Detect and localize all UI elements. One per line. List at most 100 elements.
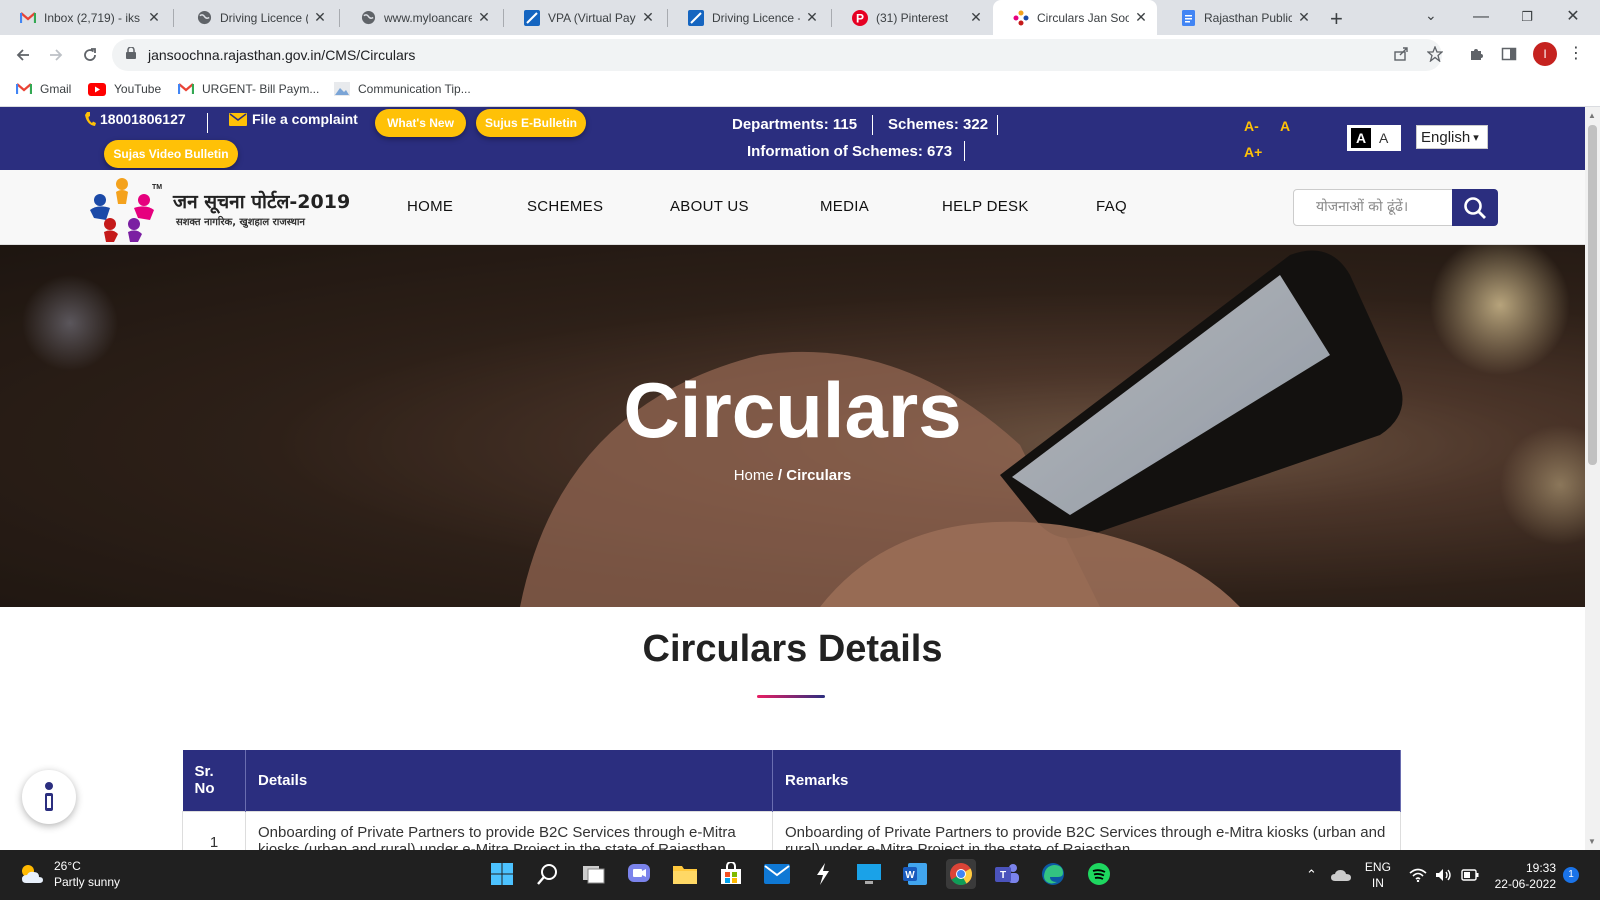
browser-tab[interactable]: Inbox (2,719) - iks ✕ bbox=[0, 0, 170, 35]
reload-icon[interactable] bbox=[78, 43, 102, 67]
bookmark-star-icon[interactable] bbox=[1424, 43, 1446, 65]
address-bar[interactable]: jansoochna.rajasthan.gov.in/CMS/Circular… bbox=[112, 39, 1442, 71]
e-bulletin-button[interactable]: Sujus E-Bulletin bbox=[476, 109, 586, 137]
extensions-icon[interactable] bbox=[1465, 43, 1487, 65]
breadcrumb-home[interactable]: Home bbox=[734, 467, 774, 484]
bookmark-label: Gmail bbox=[40, 82, 72, 96]
z-icon bbox=[524, 9, 540, 26]
close-tab-icon[interactable]: ✕ bbox=[146, 9, 162, 26]
scroll-thumb[interactable] bbox=[1588, 125, 1597, 465]
close-tab-icon[interactable]: ✕ bbox=[804, 9, 820, 26]
accessibility-help-button[interactable] bbox=[22, 770, 76, 824]
browser-tab[interactable]: P (31) Pinterest ✕ bbox=[832, 0, 992, 35]
browser-tab-active[interactable]: Circulars Jan Soo ✕ bbox=[993, 0, 1157, 35]
portal-title: जन सूचना पोर्टल-2019 bbox=[173, 191, 351, 213]
file-explorer-icon[interactable] bbox=[670, 859, 700, 889]
nav-media[interactable]: MEDIA bbox=[820, 198, 869, 215]
nav-faq[interactable]: FAQ bbox=[1096, 198, 1127, 215]
clock[interactable]: 19:33 22-06-2022 bbox=[1486, 860, 1556, 892]
scroll-down-icon[interactable]: ▼ bbox=[1588, 837, 1596, 846]
font-normal-button[interactable]: A bbox=[1280, 118, 1290, 134]
word-icon[interactable]: W bbox=[900, 859, 930, 889]
onedrive-icon[interactable] bbox=[1330, 868, 1351, 882]
tab-title: Driving Licence (D bbox=[220, 10, 308, 25]
chevron-up-icon[interactable]: ⌃ bbox=[1306, 867, 1317, 883]
phone-icon bbox=[84, 111, 96, 127]
font-increase-button[interactable]: A+ bbox=[1244, 144, 1262, 160]
wifi-icon[interactable] bbox=[1409, 868, 1427, 882]
close-tab-icon[interactable]: ✕ bbox=[968, 9, 984, 26]
browser-tab[interactable]: Rajasthan Public ✕ bbox=[1160, 0, 1320, 35]
helpline-phone[interactable]: 18001806127 bbox=[84, 111, 186, 127]
close-window-icon[interactable]: ✕ bbox=[1550, 4, 1596, 30]
font-decrease-button[interactable]: A- bbox=[1244, 118, 1259, 134]
profile-avatar[interactable]: I bbox=[1533, 42, 1557, 66]
close-tab-icon[interactable]: ✕ bbox=[1133, 9, 1149, 26]
whats-new-button[interactable]: What's New bbox=[375, 109, 466, 137]
back-icon[interactable] bbox=[11, 43, 35, 67]
new-tab-icon[interactable]: + bbox=[1330, 6, 1343, 32]
close-tab-icon[interactable]: ✕ bbox=[1296, 9, 1312, 26]
power-automate-icon[interactable] bbox=[808, 859, 838, 889]
bookmark-gmail[interactable]: Gmail bbox=[16, 82, 71, 96]
bookmark-communication[interactable]: Communication Tip... bbox=[334, 82, 471, 96]
browser-tab[interactable]: VPA (Virtual Paym ✕ bbox=[504, 0, 664, 35]
teams-chat-icon[interactable] bbox=[624, 859, 654, 889]
weather-widget[interactable]: 26°C Partly sunny bbox=[18, 858, 120, 890]
remote-desktop-icon[interactable] bbox=[854, 859, 884, 889]
close-tab-icon[interactable]: ✕ bbox=[476, 9, 492, 26]
globe-icon bbox=[196, 10, 212, 26]
dark-contrast-button[interactable]: A bbox=[1351, 128, 1371, 148]
nav-home[interactable]: HOME bbox=[407, 198, 453, 215]
battery-icon[interactable] bbox=[1461, 869, 1479, 881]
lock-icon[interactable] bbox=[126, 46, 136, 64]
browser-tab[interactable]: www.myloancare. ✕ bbox=[340, 0, 500, 35]
minimize-icon[interactable]: — bbox=[1458, 4, 1504, 30]
video-bulletin-button[interactable]: Sujas Video Bulletin bbox=[104, 140, 238, 168]
close-tab-icon[interactable]: ✕ bbox=[640, 9, 656, 26]
contrast-toggle[interactable]: A A bbox=[1347, 125, 1401, 151]
mail-icon[interactable] bbox=[762, 859, 792, 889]
scroll-up-icon[interactable]: ▲ bbox=[1588, 111, 1596, 120]
spotify-icon[interactable] bbox=[1084, 859, 1114, 889]
chrome-icon[interactable] bbox=[946, 859, 976, 889]
menu-icon[interactable]: ⋮ bbox=[1568, 43, 1584, 63]
windows-start-icon[interactable] bbox=[487, 859, 517, 889]
nav-about-us[interactable]: ABOUT US bbox=[670, 198, 749, 215]
microsoft-store-icon[interactable] bbox=[716, 859, 746, 889]
nav-schemes[interactable]: SCHEMES bbox=[527, 198, 603, 215]
input-region: IN bbox=[1371, 876, 1384, 890]
scheme-search-input[interactable]: योजनाओं को ढूंढें। bbox=[1293, 189, 1453, 226]
input-language[interactable]: ENG bbox=[1365, 859, 1391, 875]
page-scrollbar[interactable]: ▲ ▼ bbox=[1585, 107, 1600, 850]
bookmark-urgent-bill[interactable]: URGENT- Bill Paym... bbox=[178, 82, 319, 96]
search-button[interactable] bbox=[1452, 189, 1498, 226]
search-icon[interactable] bbox=[533, 859, 563, 889]
task-view-icon[interactable] bbox=[579, 859, 609, 889]
restore-icon[interactable]: ❐ bbox=[1504, 4, 1550, 30]
chevron-down-icon[interactable]: ⌄ bbox=[1425, 7, 1437, 24]
forward-icon[interactable] bbox=[44, 43, 68, 67]
teams-icon[interactable]: T bbox=[992, 859, 1022, 889]
edge-icon[interactable] bbox=[1038, 859, 1068, 889]
column-header-sr-no: Sr. No bbox=[182, 750, 246, 811]
nav-help-desk[interactable]: HELP DESK bbox=[942, 198, 1029, 215]
divider bbox=[872, 115, 873, 135]
close-tab-icon[interactable]: ✕ bbox=[312, 9, 328, 26]
browser-tab[interactable]: Driving Licence (D ✕ bbox=[176, 0, 336, 35]
info-icon bbox=[41, 781, 57, 813]
language-select[interactable]: English ▾ bbox=[1416, 125, 1488, 149]
browser-tab[interactable]: Driving Licence - ✕ bbox=[668, 0, 828, 35]
share-icon[interactable] bbox=[1390, 43, 1412, 65]
gmail-icon bbox=[16, 83, 32, 95]
tab-title: Circulars Jan Soo bbox=[1037, 10, 1129, 25]
notification-badge[interactable]: 1 bbox=[1563, 867, 1579, 883]
side-panel-icon[interactable] bbox=[1498, 43, 1520, 65]
file-complaint-link[interactable]: File a complaint bbox=[229, 111, 358, 127]
light-contrast-button[interactable]: A bbox=[1379, 130, 1388, 146]
jan-soochna-logo[interactable]: TM bbox=[84, 174, 164, 242]
tab-title: (31) Pinterest bbox=[876, 10, 949, 25]
bookmark-youtube[interactable]: YouTube bbox=[88, 82, 161, 96]
youtube-icon bbox=[88, 82, 106, 96]
volume-icon[interactable] bbox=[1435, 868, 1453, 882]
